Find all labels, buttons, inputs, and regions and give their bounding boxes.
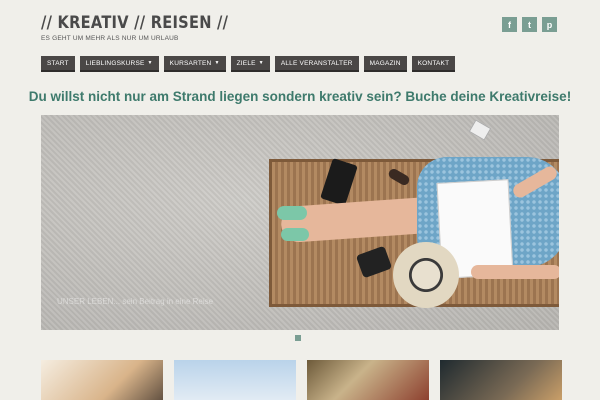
page-headline: Du willst nicht nur am Strand liegen son… [28,89,572,104]
person-arm [471,265,559,279]
teaser-photography[interactable] [41,360,163,400]
site-logo[interactable]: // KREATIV // REISEN // [41,13,228,33]
pinterest-icon[interactable]: p [542,17,557,32]
nav-start[interactable]: START [41,56,75,72]
nav-kontakt[interactable]: KONTAKT [411,56,456,72]
sneaker-object [281,228,309,241]
teaser-sky[interactable] [174,360,296,400]
nav-magazin[interactable]: MAGAZIN [363,56,407,72]
nav-magazin-label: MAGAZIN [369,59,401,67]
nav-kursarten-label: KURSARTEN [169,59,212,67]
sun-hat-object [393,242,459,308]
main-navigation: START LIEBLINGSKURSE ▼ KURSARTEN ▼ ZIELE ▼ … [41,56,456,72]
teaser-cooking[interactable] [307,360,429,400]
nav-kursarten[interactable]: KURSARTEN ▼ [163,56,226,72]
nav-ziele-label: ZIELE [236,59,256,67]
teaser-workshop[interactable] [440,360,562,400]
nav-ziele[interactable]: ZIELE ▼ [230,56,270,72]
nav-veranstalter[interactable]: ALLE VERANSTALTER [274,56,359,72]
nav-veranstalter-label: ALLE VERANSTALTER [280,59,353,67]
facebook-icon[interactable]: f [502,17,517,32]
chevron-down-icon: ▼ [147,60,153,66]
nav-kontakt-label: KONTAKT [417,59,450,67]
hero-caption: UNSER LEBEN... sein Beitrag in eine Reis… [57,297,214,306]
teaser-grid [41,360,562,400]
twitter-icon[interactable]: t [522,17,537,32]
slider-pager-dot[interactable] [295,335,301,341]
hero-slider-image[interactable]: UNSER LEBEN... sein Beitrag in eine Reis… [41,115,559,330]
site-tagline: ES GEHT UM MEHR ALS NUR UM URLAUB [41,35,179,42]
nav-start-label: START [47,59,69,67]
sneaker-object [277,206,307,220]
chevron-down-icon: ▼ [258,60,264,66]
nav-lieblingskurse[interactable]: LIEBLINGSKURSE ▼ [79,56,159,72]
social-links: f t p [502,17,557,32]
chevron-down-icon: ▼ [214,60,220,66]
nav-lieblingskurse-label: LIEBLINGSKURSE [85,59,145,67]
